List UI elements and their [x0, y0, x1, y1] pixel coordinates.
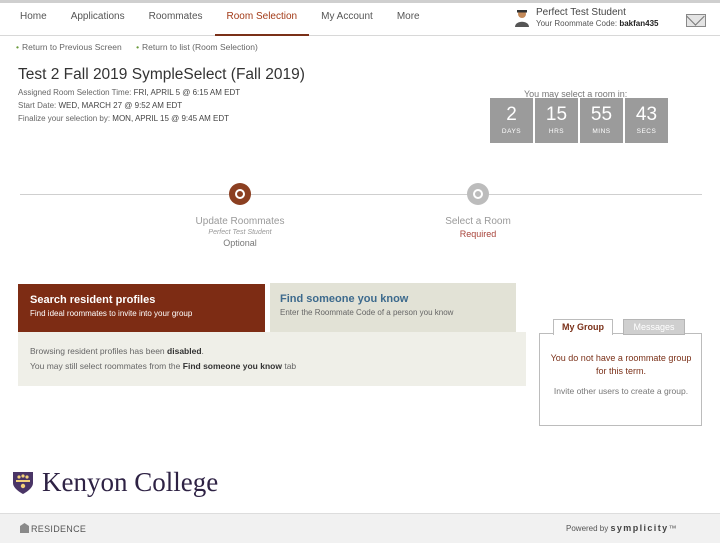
countdown-days-value: 2: [506, 104, 517, 125]
nav-home[interactable]: Home: [8, 0, 59, 36]
step-update-roommates-icon[interactable]: [229, 183, 251, 205]
assigned-time: Assigned Room Selection Time: FRI, APRIL…: [18, 88, 240, 97]
bullet-icon: •: [136, 42, 140, 52]
countdown-hours-value: 15: [545, 104, 568, 125]
roommate-code: Your Roommate Code: bakfan435: [536, 19, 658, 28]
panel-text: You may still select roommates from the: [30, 361, 181, 371]
tab-title: Search resident profiles: [30, 294, 156, 306]
invite-message: Invite other users to create a group.: [553, 386, 689, 396]
countdown-hours: 15 HRS: [535, 98, 578, 143]
group-panel: My Group Messages You do not have a room…: [539, 319, 702, 426]
countdown-hours-unit: HRS: [548, 128, 565, 135]
finalize-date-value: MON, APRIL 15 @ 9:45 AM EDT: [112, 114, 230, 123]
step-title: Select a Room: [445, 216, 511, 227]
countdown-seconds: 43 SECS: [625, 98, 668, 143]
panel-text: Browsing resident profiles has been: [30, 346, 165, 356]
step-status: Optional: [223, 238, 257, 248]
tab-subtitle: Find ideal roommates to invite into your…: [30, 309, 193, 318]
main-nav: Home Applications Roommates Room Selecti…: [8, 0, 432, 36]
user-avatar-icon: [515, 10, 529, 27]
finalize-date-label: Finalize your selection by:: [18, 114, 111, 123]
assigned-time-value: FRI, APRIL 5 @ 6:15 AM EDT: [133, 88, 241, 97]
countdown-minutes-unit: MINS: [592, 128, 611, 135]
tab-messages[interactable]: Messages: [623, 319, 685, 335]
countdown-seconds-value: 43: [635, 104, 658, 125]
step-select-room[interactable]: Select a Room Required: [418, 216, 538, 239]
nav-applications[interactable]: Applications: [59, 0, 137, 36]
panel-emphasis: disabled: [167, 346, 202, 356]
symplicity-brand: symplicity: [610, 523, 669, 533]
powered-by[interactable]: Powered by symplicity™: [566, 523, 677, 533]
countdown-days-unit: DAYS: [501, 128, 522, 135]
countdown-timer: 2 DAYS 15 HRS 55 MINS 43 SECS: [490, 98, 668, 143]
countdown-seconds-unit: SECS: [636, 128, 657, 135]
college-name: Kenyon College: [42, 467, 219, 497]
finalize-date: Finalize your selection by: MON, APRIL 1…: [18, 114, 229, 123]
step-subtitle: Perfect Test Student: [208, 229, 272, 236]
bottom-spacer: [0, 543, 720, 548]
assigned-time-label: Assigned Room Selection Time:: [18, 88, 132, 97]
panel-line-2: You may still select roommates from the …: [30, 361, 514, 371]
countdown-days: 2 DAYS: [490, 98, 533, 143]
no-group-message: You do not have a roommate group for thi…: [550, 353, 692, 376]
start-date: Start Date: WED, MARCH 27 @ 9:52 AM EDT: [18, 101, 182, 110]
step-status: Required: [459, 229, 497, 239]
panel-text: tab: [284, 361, 297, 371]
progress-line: [20, 194, 702, 195]
top-navigation-bar: Home Applications Roommates Room Selecti…: [0, 0, 720, 36]
building-icon: [20, 523, 29, 533]
step-title: Update Roommates: [195, 216, 285, 227]
countdown-minutes-value: 55: [590, 104, 613, 125]
search-panel: Browsing resident profiles has been disa…: [18, 332, 526, 386]
powered-by-label: Powered by: [566, 524, 609, 533]
page-title: Test 2 Fall 2019 SympleSelect (Fall 2019…: [18, 66, 305, 83]
college-shield-icon: [13, 472, 33, 494]
start-date-value: WED, MARCH 27 @ 9:52 AM EDT: [58, 101, 183, 110]
step-select-room-icon[interactable]: [467, 183, 489, 205]
nav-more[interactable]: More: [385, 0, 432, 36]
return-previous-link[interactable]: Return to Previous Screen: [22, 42, 122, 52]
bullet-icon: •: [16, 42, 19, 52]
footer: RESIDENCE Powered by symplicity™: [0, 513, 720, 543]
nav-roommates[interactable]: Roommates: [137, 0, 215, 36]
residence-brand-text: RESIDENCE: [31, 524, 87, 534]
residence-brand: RESIDENCE: [20, 523, 86, 534]
roommate-code-label: Your Roommate Code:: [536, 19, 618, 28]
breadcrumb: • Return to Previous Screen • Return to li…: [16, 42, 270, 52]
nav-my-account[interactable]: My Account: [309, 0, 385, 36]
nav-room-selection[interactable]: Room Selection: [214, 0, 310, 36]
panel-emphasis: Find someone you know: [182, 361, 282, 371]
tab-search-resident-profiles[interactable]: Search resident profiles Find ideal room…: [18, 284, 265, 338]
return-list-link[interactable]: Return to list (Room Selection): [142, 42, 258, 52]
tab-my-group[interactable]: My Group: [553, 319, 613, 335]
tab-find-someone[interactable]: Find someone you know Enter the Roommate…: [270, 283, 516, 333]
tab-subtitle: Enter the Roommate Code of a person you …: [280, 308, 454, 317]
user-info[interactable]: Perfect Test Student Your Roommate Code:…: [510, 6, 710, 32]
step-update-roommates[interactable]: Update Roommates Perfect Test Student Op…: [180, 216, 300, 248]
start-date-label: Start Date:: [18, 101, 57, 110]
panel-line-1: Browsing resident profiles has been disa…: [30, 346, 514, 356]
mail-icon[interactable]: [686, 14, 706, 27]
tab-title: Find someone you know: [280, 293, 409, 305]
user-name: Perfect Test Student: [536, 7, 626, 18]
roommate-code-value: bakfan435: [619, 19, 659, 28]
countdown-minutes: 55 MINS: [580, 98, 623, 143]
panel-text: .: [201, 346, 204, 356]
